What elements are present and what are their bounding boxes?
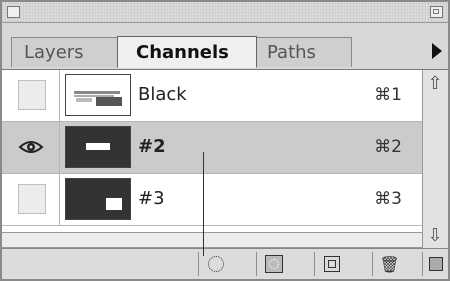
save-selection-button[interactable] xyxy=(256,252,290,276)
tab-paths-label: Paths xyxy=(267,42,316,63)
channel-shortcut: ⌘3 xyxy=(374,189,402,209)
tab-paths[interactable]: Paths xyxy=(252,37,352,67)
new-channel-button[interactable] xyxy=(314,252,348,276)
save-selection-icon xyxy=(264,255,283,273)
tab-layers[interactable]: Layers xyxy=(11,37,119,67)
visibility-cell[interactable] xyxy=(2,70,60,121)
delete-channel-button[interactable]: 🗑 xyxy=(372,252,406,276)
channels-palette: Layers Paths Channels Black ⌘1 #2 ⌘2 #3 … xyxy=(0,0,450,281)
palette-bottom-bar: 🗑 xyxy=(2,248,448,279)
tab-layers-label: Layers xyxy=(24,42,84,63)
channel-list: Black ⌘1 #2 ⌘2 #3 ⌘3 xyxy=(2,70,422,232)
trash-icon: 🗑 xyxy=(379,254,400,274)
resize-corner[interactable] xyxy=(422,252,448,276)
vertical-scrollbar[interactable]: ⇧ ⇩ xyxy=(422,70,448,248)
channel-thumbnail xyxy=(65,74,131,116)
arrow-down-icon[interactable]: ⇩ xyxy=(425,226,445,246)
channel-row-3[interactable]: #3 ⌘3 xyxy=(2,174,422,226)
channel-row-black[interactable]: Black ⌘1 xyxy=(2,70,422,122)
list-empty-area xyxy=(2,232,422,248)
close-box[interactable] xyxy=(7,6,20,18)
tab-channels-label: Channels xyxy=(136,41,229,63)
visibility-cell[interactable] xyxy=(2,174,60,225)
visibility-cell[interactable] xyxy=(2,122,60,173)
new-channel-icon xyxy=(323,256,340,272)
channel-shortcut: ⌘1 xyxy=(374,85,402,105)
channel-thumbnail xyxy=(65,178,131,220)
tab-channels[interactable]: Channels xyxy=(117,36,257,68)
visibility-toggle[interactable] xyxy=(18,184,46,214)
arrow-up-icon[interactable]: ⇧ xyxy=(425,74,445,94)
cursor-line xyxy=(203,152,204,256)
channel-name: #3 xyxy=(138,188,165,209)
tab-row: Layers Paths Channels xyxy=(2,23,448,70)
visibility-toggle[interactable] xyxy=(18,80,46,110)
channel-row-2[interactable]: #2 ⌘2 xyxy=(2,122,422,174)
dotted-circle-icon xyxy=(207,256,224,272)
panel-menu-icon[interactable] xyxy=(432,43,442,59)
palette-title-bar[interactable] xyxy=(2,2,448,23)
channel-name: #2 xyxy=(138,136,166,157)
channel-thumbnail xyxy=(65,126,131,168)
eye-icon[interactable] xyxy=(18,137,44,157)
resize-icon xyxy=(428,257,443,271)
channel-shortcut: ⌘2 xyxy=(374,137,402,157)
zoom-box[interactable] xyxy=(430,6,443,18)
channel-name: Black xyxy=(138,84,187,105)
